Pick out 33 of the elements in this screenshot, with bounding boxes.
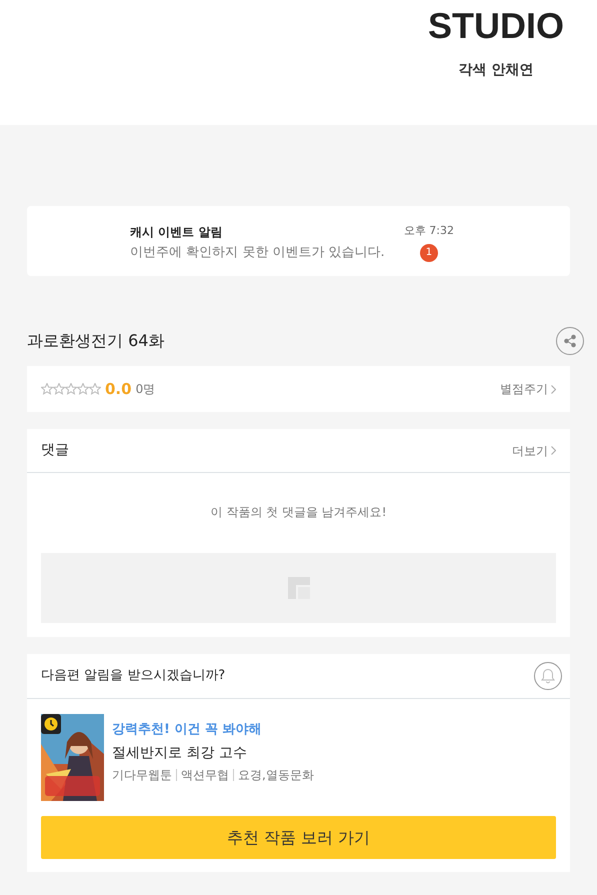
voter-count: 0명: [136, 381, 156, 398]
comments-title: 댓글: [41, 441, 69, 460]
episode-title: 과로환생전기 64화: [27, 330, 164, 352]
share-button[interactable]: [556, 327, 584, 355]
notification-title: 캐시 이벤트 알림: [130, 224, 224, 241]
notification-message: 이번주에 확인하지 못한 이벤트가 있습니다.: [130, 244, 386, 262]
empty-comments-message: 이 작품의 첫 댓글을 남겨주세요!: [209, 504, 388, 521]
recommendation-button[interactable]: 추천 작품 보러 가기: [41, 816, 556, 859]
genre-tag: 기다무웹툰: [112, 766, 172, 784]
recommendation-tagline: 강력추천! 이건 꼭 봐야해: [112, 721, 263, 739]
notification-card[interactable]: 캐시 이벤트 알림 이번주에 확인하지 못한 이벤트가 있습니다. 오후 7:32 1: [27, 206, 570, 276]
genre-tag: 요경,열동문화: [233, 768, 314, 780]
star-icon: [89, 383, 101, 395]
more-link[interactable]: 더보기: [512, 442, 548, 460]
rate-link[interactable]: 별점주기: [500, 380, 548, 398]
star-icon: [77, 383, 89, 395]
genre-tag: 액션무협: [176, 768, 229, 780]
rating-score: 0.0: [105, 378, 132, 400]
count-badge: 1: [420, 244, 438, 262]
star-icon: [53, 383, 65, 395]
credit-text: 각색 안채연: [458, 61, 534, 80]
alert-button[interactable]: [534, 662, 562, 690]
star-icon: [65, 383, 77, 395]
alert-question: 다음편 알림을 받으시겠습니까?: [41, 667, 226, 686]
share-icon: [563, 334, 577, 348]
bell-icon: [540, 668, 556, 684]
recommendation-title: 절세반지로 최강 고수: [112, 744, 248, 762]
clock-icon: [41, 714, 61, 734]
star-icon: [41, 383, 53, 395]
chevron-icon: [551, 446, 556, 455]
studio-logo: STUDIO: [428, 8, 564, 44]
chevron-icon: [551, 384, 556, 394]
notification-time: 오후 7:32: [404, 223, 454, 239]
